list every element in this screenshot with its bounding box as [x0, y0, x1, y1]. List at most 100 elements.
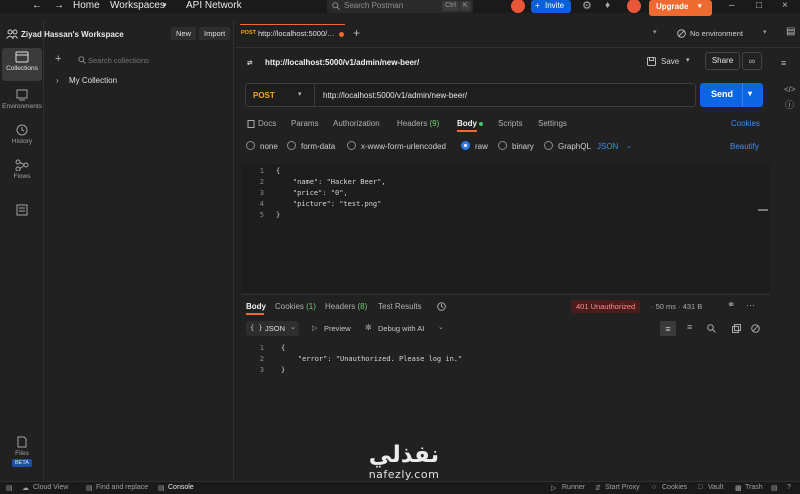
trash-button[interactable]: Trash — [745, 484, 763, 491]
save-response-icon[interactable]: ⋯ — [746, 300, 755, 311]
layout-icon[interactable]: ▤ — [771, 484, 778, 492]
forward-arrow-icon[interactable]: → — [54, 0, 64, 13]
environment-selector[interactable]: No environment — [690, 29, 743, 38]
cloud-view-button[interactable]: Cloud View — [33, 484, 68, 491]
tab-scripts[interactable]: Scripts — [498, 119, 522, 128]
save-options-chevron-icon[interactable]: ▾ — [686, 56, 690, 64]
notification-bell-icon[interactable]: ♦ — [605, 0, 610, 13]
cookies-button[interactable]: Cookies — [662, 484, 687, 491]
response-format-select[interactable]: { } JSON ⌄ — [246, 321, 299, 336]
environment-quick-look-icon[interactable]: ▤ — [786, 26, 795, 37]
close-window-icon[interactable]: × — [782, 0, 788, 13]
collection-search-input[interactable] — [88, 54, 228, 66]
help-icon[interactable]: ? — [787, 484, 791, 491]
minimize-window-icon[interactable]: – — [729, 0, 735, 13]
editor-scrollbar[interactable] — [758, 209, 768, 211]
response-tab-headers[interactable]: Headers (8) — [325, 302, 367, 311]
radio-urlencoded[interactable] — [347, 141, 356, 150]
method-chevron-down-icon[interactable]: ▾ — [298, 90, 302, 98]
format-chevron-down-icon[interactable]: ⌄ — [626, 142, 632, 150]
console-button[interactable]: Console — [168, 484, 194, 491]
maximize-window-icon[interactable]: □ — [756, 0, 762, 13]
radio-raw[interactable] — [461, 141, 470, 150]
preview-button[interactable]: Preview — [324, 324, 351, 333]
radio-none[interactable] — [246, 141, 255, 150]
collection-item[interactable]: My Collection — [69, 76, 117, 85]
code-snippet-icon[interactable]: </> — [784, 85, 796, 94]
cookies-link[interactable]: Cookies — [731, 119, 760, 128]
beautify-button[interactable]: Beautify — [730, 142, 759, 151]
share-button[interactable]: Share — [705, 52, 740, 70]
chevron-down-icon[interactable]: ⌄ — [438, 323, 444, 331]
rail-collections[interactable]: Collections — [2, 48, 42, 81]
info-icon[interactable]: ⓘ — [785, 98, 794, 111]
settings-gear-icon[interactable]: ⚙ — [582, 0, 592, 13]
save-button[interactable]: Save — [661, 57, 679, 66]
nav-workspaces[interactable]: Workspaces — [110, 0, 165, 13]
tab-authorization[interactable]: Authorization — [333, 119, 380, 128]
request-title[interactable]: http://localhost:5000/v1/admin/new-beer/ — [265, 58, 419, 67]
tab-params[interactable]: Params — [291, 119, 319, 128]
url-input[interactable]: http://localhost:5000/v1/admin/new-beer/ — [323, 91, 467, 100]
vault-button[interactable]: Vault — [708, 484, 723, 491]
response-tab-cookies[interactable]: Cookies (1) — [275, 302, 316, 311]
wrap-lines-icon[interactable]: ≡ — [687, 322, 692, 332]
tab-docs[interactable]: Docs — [258, 119, 276, 128]
debug-with-ai-button[interactable]: Debug with AI — [378, 324, 424, 333]
toggle-sidebar-icon[interactable]: ▤ — [6, 484, 13, 492]
chevron-right-icon[interactable]: › — [56, 76, 59, 85]
filter-lines-icon[interactable]: ≡ — [660, 321, 676, 336]
documentation-icon[interactable]: ≡ — [781, 58, 786, 68]
copy-link-icon[interactable]: ∞ — [742, 52, 762, 70]
history-clock-icon[interactable] — [437, 302, 446, 311]
request-tab[interactable]: POST http://localhost:5000/… — [240, 24, 345, 45]
nav-api-network[interactable]: API Network — [186, 0, 242, 13]
search-icon[interactable] — [707, 324, 716, 333]
debug-ai-icon: ✼ — [365, 323, 372, 332]
response-tab-test-results[interactable]: Test Results — [378, 302, 422, 311]
find-replace-button[interactable]: Find and replace — [96, 484, 148, 491]
format-select[interactable]: JSON — [597, 142, 618, 151]
rail-files[interactable]: Files BETA — [0, 436, 44, 467]
globe-network-icon[interactable]: ⚭ — [727, 300, 735, 311]
add-collection-icon[interactable]: + — [55, 53, 61, 65]
chevron-down-icon[interactable]: ▾ — [698, 0, 702, 14]
import-button[interactable]: Import — [199, 27, 231, 40]
status-badge[interactable]: 401 Unauthorized — [571, 300, 641, 313]
clear-icon[interactable] — [751, 324, 760, 333]
tab-body[interactable]: Body — [457, 119, 477, 128]
radio-form-data[interactable] — [287, 141, 296, 150]
rail-environments[interactable]: Environments — [0, 89, 44, 110]
find-replace-icon: ▤ — [86, 485, 93, 492]
rail-configure[interactable] — [0, 204, 44, 218]
user-avatar[interactable] — [511, 0, 525, 13]
tab-overflow-chevron-icon[interactable]: ▾ — [653, 28, 657, 36]
new-tab-plus-icon[interactable]: + — [353, 26, 360, 40]
upgrade-button[interactable]: Upgrade ▾ — [649, 0, 712, 16]
rail-flows[interactable]: Flows — [0, 159, 44, 180]
back-arrow-icon[interactable]: ← — [32, 0, 42, 13]
copy-icon[interactable] — [732, 324, 741, 333]
radio-binary[interactable] — [498, 141, 507, 150]
response-size: 431 B — [682, 302, 703, 311]
chevron-down-icon[interactable]: ▾ — [163, 0, 167, 13]
new-button[interactable]: New — [171, 27, 197, 40]
nav-home[interactable]: Home — [73, 0, 100, 13]
profile-avatar[interactable] — [627, 0, 641, 13]
invite-button[interactable]: + Invite — [531, 0, 571, 13]
response-tab-body[interactable]: Body — [246, 302, 266, 311]
global-search[interactable]: Search Postman Ctrl K — [327, 0, 473, 13]
send-button[interactable]: Send ▾ — [700, 83, 763, 107]
unsaved-dot-icon — [339, 32, 344, 37]
start-proxy-button[interactable]: Start Proxy — [605, 484, 640, 491]
workspace-name[interactable]: Ziyad Hassan's Workspace — [21, 30, 124, 39]
runner-button[interactable]: Runner — [562, 484, 585, 491]
tab-settings[interactable]: Settings — [538, 119, 567, 128]
radio-graphql[interactable] — [544, 141, 553, 150]
chevron-down-icon[interactable]: ▾ — [763, 28, 767, 36]
send-options-chevron-icon[interactable]: ▾ — [748, 89, 752, 98]
pane-divider[interactable] — [241, 294, 770, 295]
method-select[interactable]: POST — [253, 91, 275, 100]
tab-headers[interactable]: Headers (9) — [397, 119, 439, 128]
rail-history[interactable]: History — [0, 124, 44, 145]
